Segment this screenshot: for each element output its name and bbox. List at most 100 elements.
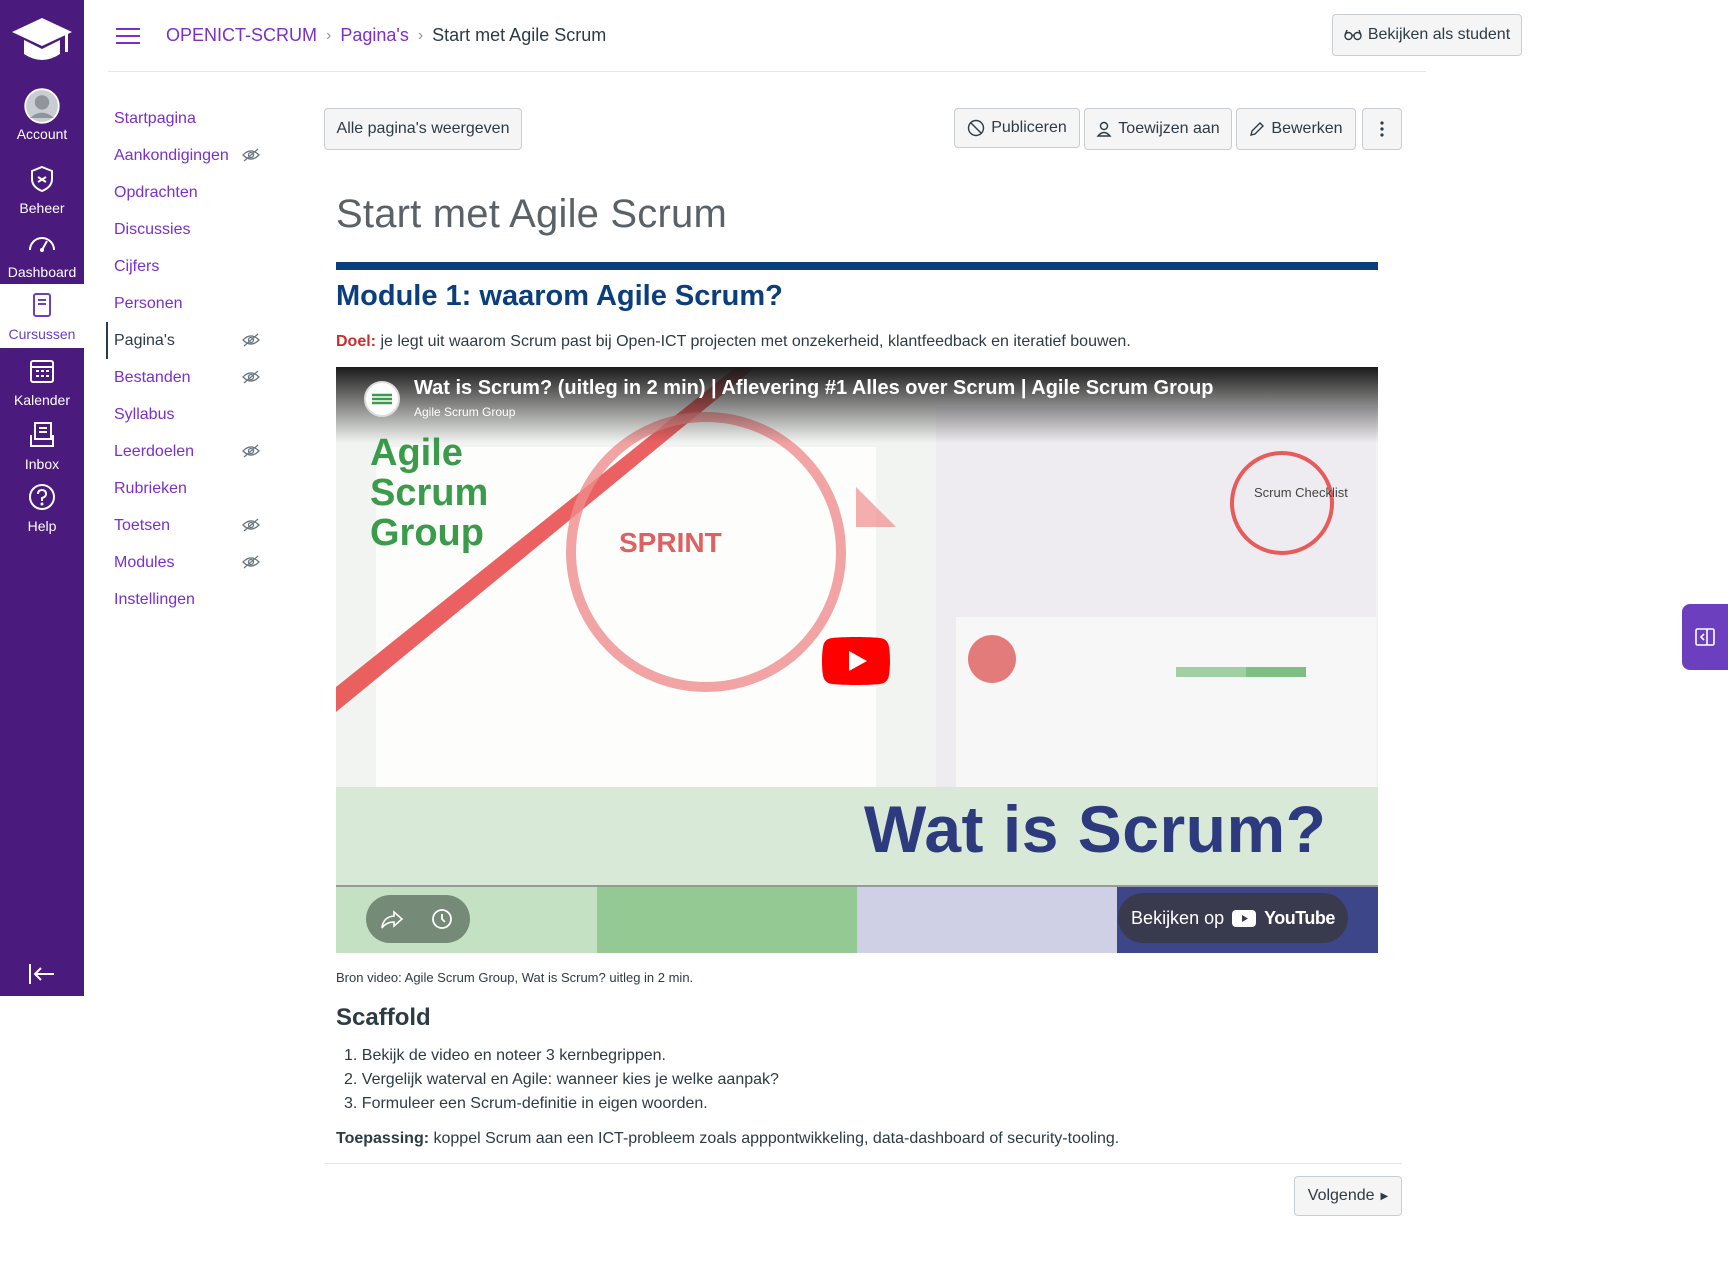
account-icon xyxy=(24,88,60,124)
course-nav-label: Aankondigingen xyxy=(114,146,229,164)
nav-cursussen[interactable]: Cursussen xyxy=(0,284,84,348)
page-header: OPENICT-SCRUM › Pagina's › Start met Agi… xyxy=(108,0,1522,72)
edit-button[interactable]: Bewerken xyxy=(1236,108,1356,150)
course-nav-label: Discussies xyxy=(114,220,191,238)
shield-icon xyxy=(31,165,53,193)
course-nav-syllabus[interactable]: Syllabus xyxy=(108,396,268,433)
canvas-logo-icon[interactable] xyxy=(10,14,74,70)
course-nav-bestanden[interactable]: Bestanden xyxy=(108,359,268,396)
hamburger-menu-icon[interactable] xyxy=(114,24,142,48)
caret-right-icon: ▶ xyxy=(1380,1190,1389,1202)
course-nav-label: Modules xyxy=(114,553,175,571)
student-view-button[interactable]: Bekijken als student xyxy=(1332,14,1522,56)
course-nav-modules[interactable]: Modules xyxy=(108,544,268,581)
nav-account-label: Account xyxy=(16,126,68,142)
assign-to-label: Toewijzen aan xyxy=(1118,120,1220,137)
global-nav: Account Beheer Dashboard Cursussen Kalen… xyxy=(0,0,84,996)
scrum-checklist-label: Scrum Checklist xyxy=(1254,485,1348,500)
scaffold-heading: Scaffold xyxy=(336,1004,431,1031)
chevron-right-icon: › xyxy=(326,26,332,44)
module-heading: Module 1: waarom Agile Scrum? xyxy=(336,280,783,312)
share-icon[interactable] xyxy=(380,907,404,931)
course-nav-opdrachten[interactable]: Opdrachten xyxy=(108,174,268,211)
goal-label: Doel: xyxy=(336,333,376,350)
course-nav-leerdoelen[interactable]: Leerdoelen xyxy=(108,433,268,470)
breadcrumb-course-link[interactable]: OPENICT-SCRUM xyxy=(166,25,317,46)
application-text: koppel Scrum aan een ICT-probleem zoals … xyxy=(433,1130,1120,1147)
watch-later-icon[interactable] xyxy=(430,907,454,931)
panel-expand-icon xyxy=(1695,628,1715,646)
course-nav-label: Leerdoelen xyxy=(114,442,195,460)
logo-text-group: Group xyxy=(370,512,484,554)
more-options-button[interactable] xyxy=(1362,108,1402,150)
application-paragraph: Toepassing: koppel Scrum aan een ICT-pro… xyxy=(336,1130,1119,1148)
youtube-video-embed[interactable]: Agile Scrum Group SPRINT Scrum Checklist… xyxy=(336,367,1378,953)
eye-off-icon xyxy=(242,555,260,569)
course-nav-rubrieken[interactable]: Rubrieken xyxy=(108,470,268,507)
video-channel[interactable]: Agile Scrum Group xyxy=(414,405,515,419)
student-view-label: Bekijken als student xyxy=(1367,26,1511,43)
next-button[interactable]: Volgende ▶ xyxy=(1294,1176,1402,1216)
course-nav-label: Instellingen xyxy=(114,590,195,608)
watch-on-youtube-button[interactable]: Bekijken op YouTube xyxy=(1118,893,1348,943)
course-nav-cijfers[interactable]: Cijfers xyxy=(108,248,268,285)
course-nav-label: Rubrieken xyxy=(114,479,187,497)
channel-avatar[interactable] xyxy=(364,381,400,417)
course-nav-label: Cijfers xyxy=(114,257,160,275)
pencil-icon xyxy=(1250,122,1265,136)
inbox-icon xyxy=(30,422,54,447)
list-item: 3. Formuleer een Scrum-definitie in eige… xyxy=(344,1095,708,1112)
side-panel-toggle[interactable] xyxy=(1682,604,1728,670)
nav-dashboard[interactable]: Dashboard xyxy=(0,228,84,292)
nav-dashboard-label: Dashboard xyxy=(7,264,77,280)
all-pages-label: Alle pagina's weergeven xyxy=(336,120,510,137)
course-nav-discussies[interactable]: Discussies xyxy=(108,211,268,248)
nav-inbox[interactable]: Inbox xyxy=(0,420,84,484)
dashboard-icon xyxy=(29,237,55,252)
course-nav-label: Startpagina xyxy=(114,109,196,127)
nav-account[interactable]: Account xyxy=(0,88,84,152)
course-nav-toetsen[interactable]: Toetsen xyxy=(108,507,268,544)
breadcrumb: OPENICT-SCRUM › Pagina's › Start met Agi… xyxy=(166,25,606,46)
course-nav-personen[interactable]: Personen xyxy=(108,285,268,322)
play-button-icon[interactable] xyxy=(822,637,890,685)
all-pages-button[interactable]: Alle pagina's weergeven xyxy=(324,108,522,150)
unpublished-icon xyxy=(967,119,985,137)
course-nav-aankondigingen[interactable]: Aankondigingen xyxy=(108,137,268,174)
channel-logo-icon xyxy=(367,384,397,414)
breadcrumb-pages-link[interactable]: Pagina's xyxy=(340,25,408,46)
nav-help[interactable]: Help xyxy=(0,482,84,546)
assign-to-button[interactable]: Toewijzen aan xyxy=(1084,108,1232,150)
course-nav-label: Pagina's xyxy=(114,331,175,349)
user-icon xyxy=(1096,121,1112,137)
publish-button[interactable]: Publiceren xyxy=(954,108,1080,148)
video-title[interactable]: Wat is Scrum? (uitleg in 2 min) | Afleve… xyxy=(414,377,1214,400)
footer-divider xyxy=(324,1163,1402,1164)
page-title: Start met Agile Scrum xyxy=(336,192,727,236)
nav-beheer[interactable]: Beheer xyxy=(0,164,84,228)
course-nav-instellingen[interactable]: Instellingen xyxy=(108,581,268,618)
course-nav-label: Toetsen xyxy=(114,516,171,534)
eye-off-icon xyxy=(242,333,260,347)
book-icon xyxy=(33,293,51,317)
edit-label: Bewerken xyxy=(1271,120,1343,137)
nav-inbox-label: Inbox xyxy=(24,456,60,472)
collapse-nav-icon[interactable] xyxy=(26,960,58,988)
eye-off-icon xyxy=(242,444,260,458)
goal-text: je legt uit waarom Scrum past bij Open-I… xyxy=(380,333,1131,350)
eye-off-icon xyxy=(242,148,260,162)
course-nav-label: Bestanden xyxy=(114,368,191,386)
sprint-label: SPRINT xyxy=(619,527,722,558)
eye-off-icon xyxy=(242,370,260,384)
list-item: 2. Vergelijk waterval en Agile: wanneer … xyxy=(344,1071,779,1088)
next-label: Volgende xyxy=(1307,1187,1375,1204)
scaffold-list: 1. Bekijk de video en noteer 3 kernbegri… xyxy=(344,1044,779,1116)
youtube-wordmark: YouTube xyxy=(1264,907,1335,928)
nav-kalender-label: Kalender xyxy=(13,392,71,408)
course-nav-paginas[interactable]: Pagina's xyxy=(106,322,268,359)
course-nav-startpagina[interactable]: Startpagina xyxy=(108,100,268,137)
nav-help-label: Help xyxy=(27,518,57,534)
goal-paragraph: Doel: je legt uit waarom Scrum past bij … xyxy=(336,333,1131,351)
list-item: 1. Bekijk de video en noteer 3 kernbegri… xyxy=(344,1047,666,1064)
nav-kalender[interactable]: Kalender xyxy=(0,356,84,420)
